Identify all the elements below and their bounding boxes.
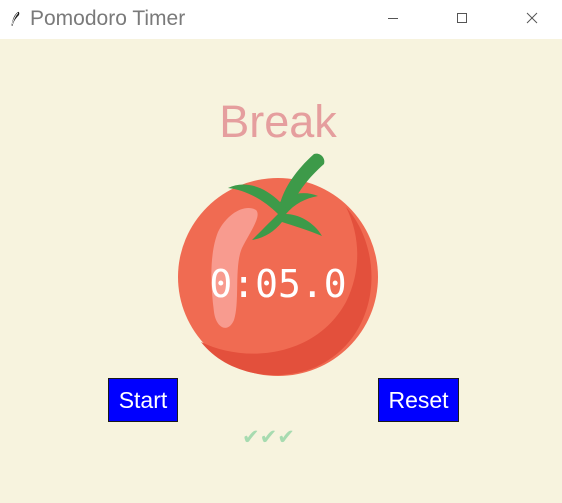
session-checkmarks: ✔✔✔ bbox=[242, 426, 295, 449]
minimize-icon bbox=[387, 11, 399, 29]
mode-label: Break bbox=[219, 96, 337, 147]
title-bar[interactable]: Pomodoro Timer bbox=[0, 0, 562, 39]
start-button[interactable]: Start bbox=[108, 378, 178, 422]
window-title: Pomodoro Timer bbox=[30, 7, 186, 30]
maximize-button[interactable] bbox=[439, 0, 485, 39]
maximize-icon bbox=[456, 11, 468, 29]
close-icon bbox=[526, 11, 538, 29]
app-window: Pomodoro Timer Break 0:05.0 Start Reset … bbox=[0, 0, 562, 503]
reset-button[interactable]: Reset bbox=[378, 378, 459, 422]
close-button[interactable] bbox=[509, 0, 555, 39]
feather-icon bbox=[10, 11, 20, 27]
timer-display: 0:05.0 bbox=[209, 262, 347, 306]
minimize-button[interactable] bbox=[370, 0, 416, 39]
